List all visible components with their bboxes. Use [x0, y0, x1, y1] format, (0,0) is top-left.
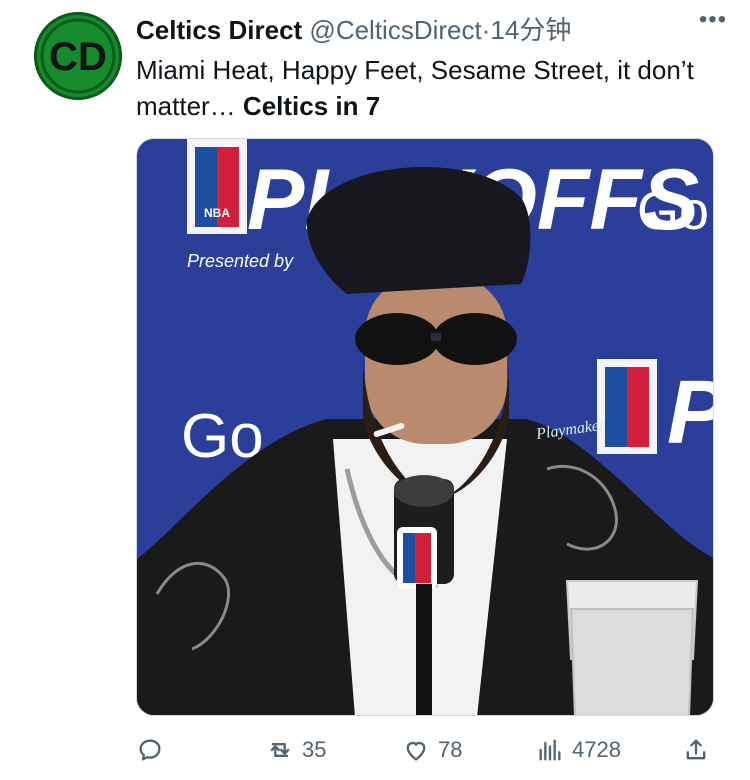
- google-backdrop-text-right: Go: [637, 181, 709, 241]
- author-handle[interactable]: @CelticsDirect: [309, 15, 481, 45]
- heart-icon: [406, 741, 426, 761]
- tweet-text-plain: Miami Heat, Happy Feet, Sesame Street, i…: [136, 55, 694, 121]
- share-button[interactable]: [682, 730, 710, 770]
- like-button[interactable]: 78: [402, 730, 462, 770]
- tweet-text: Miami Heat, Happy Feet, Sesame Street, i…: [136, 52, 716, 124]
- tweet-header: Celtics Direct @CelticsDirect·14分钟: [136, 10, 696, 45]
- timestamp[interactable]: 14分钟: [490, 15, 571, 45]
- like-count: 78: [438, 737, 463, 762]
- press-conference-photo: NBA PLAYOFFS Presented by Go Go P Playma…: [137, 139, 714, 715]
- tweet-text-bold: Celtics in 7: [242, 91, 381, 121]
- share-icon: [686, 739, 706, 760]
- presented-by-text: Presented by: [187, 251, 294, 271]
- svg-text:P: P: [667, 363, 714, 463]
- avatar-text: CD: [49, 35, 107, 79]
- author-name[interactable]: Celtics Direct: [136, 15, 302, 45]
- retweet-icon: [270, 743, 290, 757]
- more-dots-icon: •••: [698, 6, 728, 33]
- tweet-media-image[interactable]: NBA PLAYOFFS Presented by Go Go P Playma…: [136, 138, 714, 716]
- avatar[interactable]: CD: [34, 12, 122, 100]
- retweet-count: 35: [302, 737, 327, 762]
- more-options-button[interactable]: •••: [694, 8, 732, 40]
- views-bar-chart-icon: [539, 739, 561, 761]
- views-count: 4728: [572, 737, 621, 762]
- tweet-actions: 35 78 4728: [136, 730, 722, 770]
- celtics-direct-logo: CD: [38, 16, 118, 96]
- views-button[interactable]: 4728: [536, 730, 621, 770]
- reply-icon: [139, 739, 161, 761]
- retweet-button[interactable]: 35: [266, 730, 326, 770]
- reply-button[interactable]: [136, 730, 172, 770]
- nba-logo-text: NBA: [204, 206, 230, 220]
